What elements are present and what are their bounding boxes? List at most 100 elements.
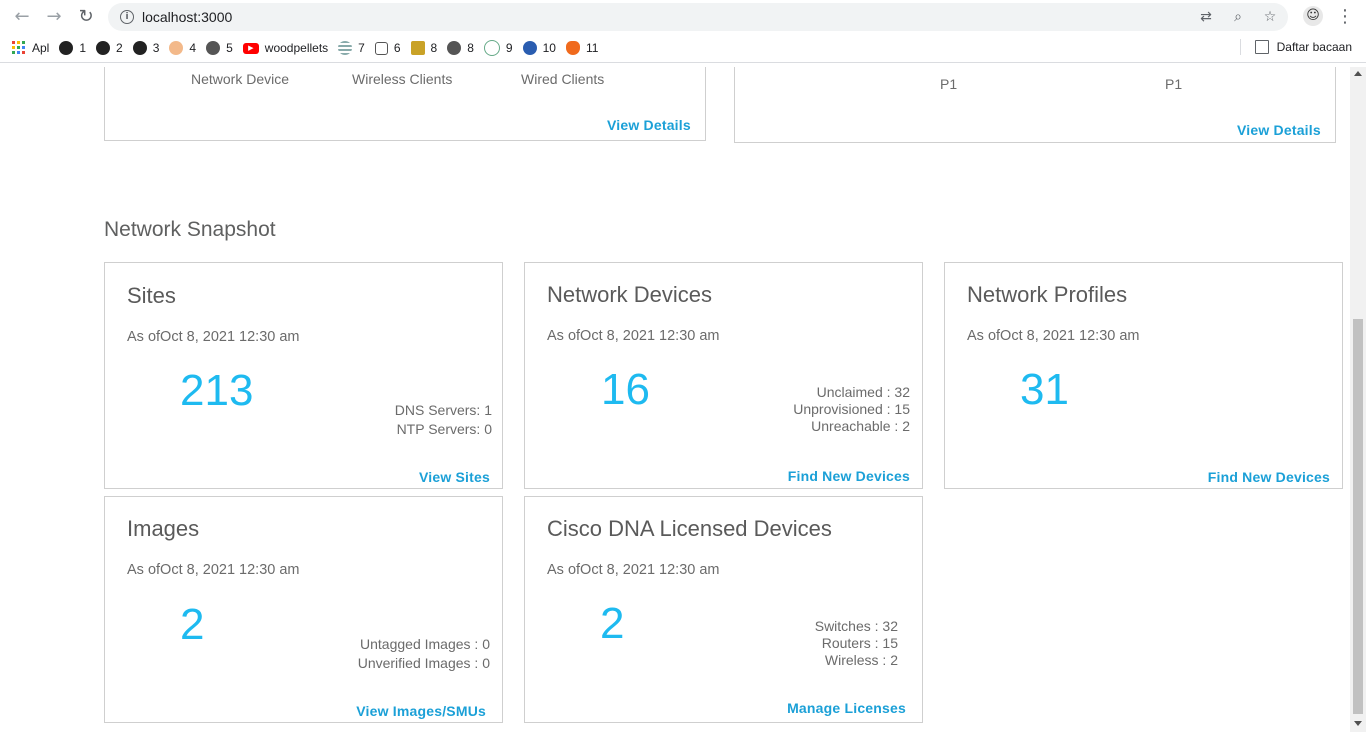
scroll-up-arrow-icon[interactable] (1354, 71, 1362, 76)
bookmark-label: woodpellets (264, 41, 329, 55)
globe-icon (447, 41, 462, 55)
health-card-right: P1 P1 View Details (734, 67, 1336, 143)
as-of-timestamp: As ofOct 8, 2021 12:30 am (127, 562, 300, 578)
licensed-count: 2 (600, 599, 625, 648)
reading-list[interactable]: Daftar bacaan (1239, 39, 1352, 55)
unclaimed-stat: Unclaimed : 32 (816, 384, 910, 400)
bookmark-label: 7 (358, 41, 365, 55)
fish-icon (169, 41, 184, 55)
untagged-images-stat: Untagged Images : 0 (360, 636, 490, 652)
zoom-icon[interactable]: ⌕ (1228, 7, 1248, 27)
profiles-count: 31 (1020, 365, 1069, 414)
bookmark-item[interactable]: ▶ woodpellets (242, 39, 329, 57)
bookmark-label: 3 (152, 41, 160, 55)
view-sites-link[interactable]: View Sites (419, 469, 490, 485)
bookmark-item[interactable]: 8 (410, 39, 438, 57)
wireless-clients-label: Wireless Clients (352, 71, 453, 87)
bookmark-label: Apl (32, 41, 50, 55)
view-images-smus-link[interactable]: View Images/SMUs (356, 703, 486, 719)
page-viewport: Network Device Wireless Clients Wired Cl… (0, 67, 1350, 732)
sites-count: 213 (180, 366, 254, 415)
bookmark-label: 8 (467, 41, 474, 55)
blue-logo-icon (522, 41, 537, 55)
bookmark-label: 6 (393, 41, 401, 55)
bookmark-item[interactable]: Apl (12, 39, 49, 57)
flame-icon (565, 41, 580, 55)
sites-card: Sites As ofOct 8, 2021 12:30 am 213 DNS … (104, 262, 503, 489)
unverified-images-stat: Unverified Images : 0 (357, 655, 490, 671)
images-count: 2 (180, 600, 205, 649)
profile-avatar-icon[interactable]: ☺ (1303, 6, 1323, 26)
site-info-icon[interactable]: i (120, 10, 134, 24)
database-icon (374, 41, 388, 55)
card-title: Sites (127, 283, 176, 308)
back-arrow-icon[interactable]: ← (10, 5, 34, 29)
bookmark-item[interactable]: 4 (169, 39, 196, 57)
bookmark-label: 5 (226, 41, 233, 55)
view-details-link[interactable]: View Details (607, 117, 691, 133)
bookmark-item[interactable]: 5 (206, 39, 233, 57)
github-icon (59, 41, 74, 55)
as-of-timestamp: As ofOct 8, 2021 12:30 am (547, 562, 720, 578)
find-new-devices-link[interactable]: Find New Devices (1208, 469, 1330, 485)
ring-logo-icon (483, 40, 500, 56)
url-text[interactable]: localhost:3000 (142, 9, 232, 25)
browser-menu-icon[interactable]: ⋮ (1335, 5, 1355, 29)
bookmark-item[interactable]: 6 (374, 39, 401, 57)
badge-icon (410, 41, 425, 55)
view-details-link[interactable]: View Details (1237, 122, 1321, 138)
images-stats: Untagged Images : 0 Unverified Images : … (358, 636, 490, 672)
scroll-down-arrow-icon[interactable] (1354, 721, 1362, 726)
bookmark-item[interactable]: 11 (565, 39, 599, 57)
card-title: Network Profiles (967, 282, 1128, 307)
card-title: Network Devices (547, 282, 713, 307)
scrollbar-thumb[interactable] (1353, 319, 1363, 714)
switches-stat: Switches : 32 (814, 618, 898, 634)
licensed-stats: Switches : 32 Routers : 15 Wireless : 2 (815, 618, 898, 669)
bookmarks-divider (1239, 39, 1241, 55)
apps-grid-icon (12, 41, 26, 55)
bookmark-item[interactable]: 8 (447, 39, 474, 57)
bookmark-item[interactable]: 9 (483, 39, 513, 57)
github-icon (132, 41, 147, 55)
translate-icon[interactable]: ⇄ (1196, 7, 1216, 27)
sites-stats: DNS Servers: 1 NTP Servers: 0 (395, 402, 492, 438)
bookmark-label: 1 (79, 41, 87, 55)
routers-stat: Routers : 15 (821, 635, 898, 651)
bookmark-item[interactable]: 1 (59, 39, 86, 57)
dns-servers-stat: DNS Servers: 1 (394, 402, 492, 418)
bookmark-item[interactable]: 2 (96, 39, 123, 57)
forward-arrow-icon[interactable]: → (42, 5, 66, 29)
reading-list-label: Daftar bacaan (1276, 40, 1352, 54)
striped-globe-icon (338, 41, 353, 55)
images-card: Images As ofOct 8, 2021 12:30 am 2 Untag… (104, 496, 503, 723)
bookmark-label: 11 (585, 41, 599, 55)
as-of-timestamp: As ofOct 8, 2021 12:30 am (547, 328, 720, 344)
page-scrollbar[interactable] (1350, 67, 1366, 732)
manage-licenses-link[interactable]: Manage Licenses (787, 700, 906, 716)
reload-icon[interactable]: ↻ (74, 5, 98, 29)
unreachable-stat: Unreachable : 2 (811, 418, 910, 434)
globe-icon (206, 41, 221, 55)
bookmark-list: Apl 1 2 3 4 5 ▶ woodpellets 7 6 8 8 9 10 11 (12, 39, 598, 57)
bookmark-item[interactable]: 10 (522, 39, 556, 57)
bookmarks-bar: Apl 1 2 3 4 5 ▶ woodpellets 7 6 8 8 9 10 11 Daftar bac… (0, 34, 1366, 63)
browser-toolbar: ← → ↻ i localhost:3000 ⇄ ⌕ ☆ ☺ ⋮ (0, 0, 1366, 34)
card-title: Images (127, 516, 200, 541)
p1-label: P1 (940, 76, 958, 92)
unprovisioned-stat: Unprovisioned : 15 (793, 401, 910, 417)
section-title: Network Snapshot (104, 218, 276, 241)
bookmark-item[interactable]: 7 (338, 39, 365, 57)
find-new-devices-link[interactable]: Find New Devices (788, 468, 910, 484)
bookmark-item[interactable]: 3 (132, 39, 160, 57)
bookmark-star-icon[interactable]: ☆ (1260, 7, 1280, 27)
address-bar[interactable]: i localhost:3000 ⇄ ⌕ ☆ (108, 3, 1288, 31)
card-title: Cisco DNA Licensed Devices (547, 516, 832, 541)
ntp-servers-stat: NTP Servers: 0 (396, 421, 492, 437)
p1-label: P1 (1165, 76, 1183, 92)
network-devices-card: Network Devices As ofOct 8, 2021 12:30 a… (524, 262, 923, 489)
as-of-timestamp: As ofOct 8, 2021 12:30 am (967, 328, 1140, 344)
reading-list-icon (1254, 40, 1269, 54)
bookmark-label: 9 (505, 41, 513, 55)
bookmark-label: 8 (430, 41, 438, 55)
